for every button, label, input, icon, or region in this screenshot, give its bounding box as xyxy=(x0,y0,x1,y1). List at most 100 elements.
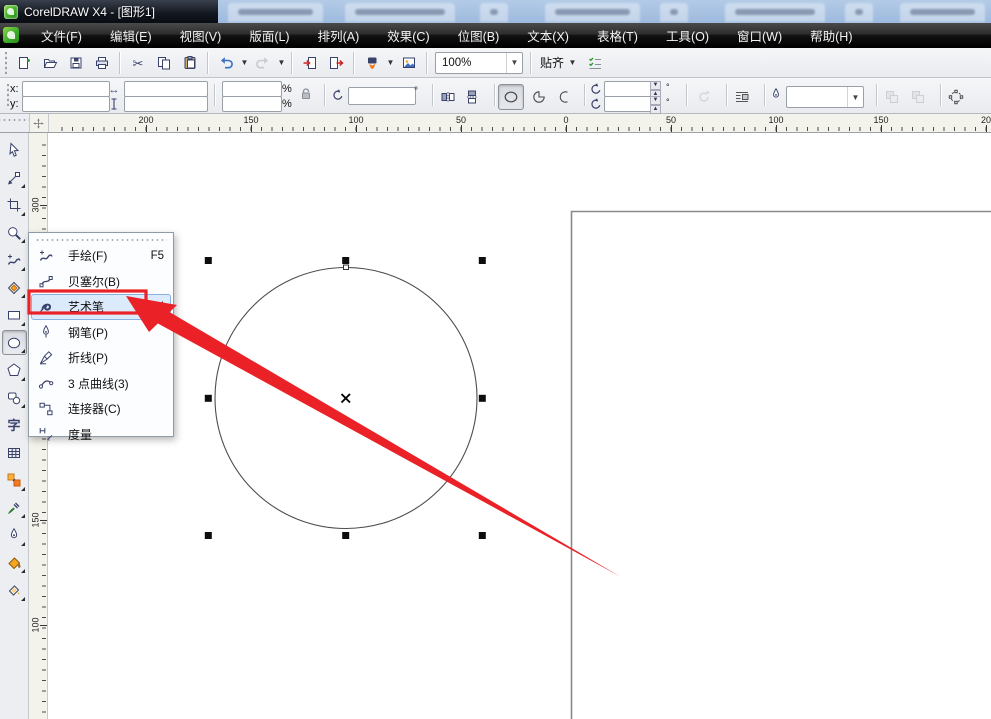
rectangle-tool[interactable] xyxy=(2,303,27,328)
export-button[interactable] xyxy=(323,50,349,76)
menu-item-12[interactable]: 帮助(H) xyxy=(796,23,866,48)
curve-tools-flyout-menu: 手绘(F) F5 贝塞尔(B) 艺术笔 I 钢笔(P) 折线(P) 3 点曲线(3) 连接器(C… xyxy=(28,232,174,442)
background-tab[interactable] xyxy=(545,3,640,22)
zoom-tool[interactable] xyxy=(2,220,27,245)
snap-to-button[interactable]: 贴齐 ▼ xyxy=(536,52,582,73)
import-button[interactable] xyxy=(297,50,323,76)
launcher-dropdown[interactable]: ▼ xyxy=(385,58,396,67)
outline-width-combo[interactable]: ▼ xyxy=(786,86,864,108)
redo-dropdown[interactable]: ▼ xyxy=(276,58,287,67)
background-tab[interactable] xyxy=(900,3,985,22)
cut-button[interactable]: ✂ xyxy=(125,50,151,76)
rectangle-tool-icon xyxy=(8,311,20,320)
menu-item-1[interactable]: 文件(F) xyxy=(27,23,96,48)
object-width-field[interactable] xyxy=(124,81,208,97)
arc-mode-button[interactable] xyxy=(552,85,576,109)
flyout-item-6[interactable]: 3 点曲线(3) xyxy=(31,371,171,397)
crop-tool[interactable] xyxy=(2,193,27,218)
outline-width-dropdown-icon[interactable]: ▼ xyxy=(847,87,863,107)
flyout-item-7[interactable]: 连接器(C) xyxy=(31,396,171,422)
save-document-button[interactable] xyxy=(63,50,89,76)
toolbar-grip[interactable] xyxy=(2,51,9,74)
open-document-button[interactable] xyxy=(37,50,63,76)
drawing-canvas[interactable] xyxy=(48,133,991,719)
menu-item-3[interactable]: 视图(V) xyxy=(166,23,236,48)
menu-item-7[interactable]: 位图(B) xyxy=(444,23,514,48)
view-options-button[interactable] xyxy=(582,50,608,76)
fill-tool[interactable] xyxy=(2,550,27,575)
zoom-level-combo[interactable]: 100% ▼ xyxy=(435,51,523,74)
menu-item-2[interactable]: 编辑(E) xyxy=(96,23,166,48)
start-angle-field[interactable] xyxy=(604,81,654,97)
new-document-button[interactable] xyxy=(11,50,37,76)
convert-to-curves-button[interactable] xyxy=(944,85,968,109)
menu-item-8[interactable]: 文本(X) xyxy=(513,23,583,48)
paste-button[interactable] xyxy=(177,50,203,76)
background-tab[interactable] xyxy=(228,3,323,22)
lock-ratio-icon[interactable] xyxy=(298,86,314,102)
end-angle-icon xyxy=(588,96,602,110)
redo-button[interactable] xyxy=(250,50,276,76)
pick-tool[interactable] xyxy=(2,138,27,163)
outline-tool[interactable] xyxy=(2,523,27,548)
background-tab[interactable] xyxy=(725,3,825,22)
menu-item-10[interactable]: 工具(O) xyxy=(652,23,723,48)
wrap-text-button[interactable] xyxy=(730,85,754,109)
background-tab[interactable] xyxy=(845,3,873,22)
mirror-horizontal-button[interactable] xyxy=(436,85,460,109)
flyout-item-8[interactable]: I 度量 xyxy=(31,422,171,448)
toolbar-separator xyxy=(426,51,428,74)
flyout-item-1[interactable]: 手绘(F) F5 xyxy=(31,243,171,269)
flyout-item-5[interactable]: 折线(P) xyxy=(31,345,171,371)
end-angle-field[interactable] xyxy=(604,96,654,112)
basic-shapes-tool[interactable] xyxy=(2,385,27,410)
application-launcher-button[interactable] xyxy=(359,50,385,76)
background-tab[interactable] xyxy=(480,3,508,22)
x-position-field[interactable] xyxy=(22,81,110,97)
toolbox-drag-handle[interactable] xyxy=(0,114,30,132)
shape-tool[interactable] xyxy=(2,165,27,190)
zoom-dropdown-icon[interactable]: ▼ xyxy=(506,52,522,73)
interactive-blend-tool[interactable] xyxy=(2,468,27,493)
flyout-item-4[interactable]: 钢笔(P) xyxy=(31,320,171,346)
ruler-origin-icon[interactable] xyxy=(29,114,49,132)
end-angle-spinner[interactable]: ▼ ▲ xyxy=(650,96,661,114)
undo-dropdown[interactable]: ▼ xyxy=(239,58,250,67)
interactive-fill-tool[interactable] xyxy=(2,578,27,603)
menu-item-6[interactable]: 效果(C) xyxy=(373,23,443,48)
print-button[interactable] xyxy=(89,50,115,76)
snap-dropdown-icon[interactable]: ▼ xyxy=(567,58,578,67)
y-position-field[interactable] xyxy=(22,96,110,112)
smart-fill-tool[interactable] xyxy=(2,275,27,300)
text-tool[interactable]: 字 xyxy=(2,413,27,438)
horizontal-ruler[interactable]: 200 150 100 50 0 50 100 150 20 xyxy=(48,114,991,132)
welcome-screen-button[interactable] xyxy=(396,50,422,76)
scale-vertical-field[interactable] xyxy=(222,96,282,112)
rotation-angle-field[interactable] xyxy=(348,87,416,105)
change-direction-button[interactable] xyxy=(692,85,716,109)
background-tab[interactable] xyxy=(660,3,688,22)
flyout-tear-off-handle[interactable] xyxy=(35,236,167,242)
freehand-tool[interactable] xyxy=(2,248,27,273)
undo-button[interactable] xyxy=(213,50,239,76)
eyedropper-tool[interactable] xyxy=(2,495,27,520)
pie-mode-button[interactable] xyxy=(527,85,551,109)
table-tool[interactable] xyxy=(2,440,27,465)
to-back-of-layer-button[interactable] xyxy=(880,85,904,109)
ellipse-tool[interactable] xyxy=(1,330,27,355)
flyout-item-2[interactable]: 贝塞尔(B) xyxy=(31,269,171,295)
background-tab[interactable] xyxy=(345,3,455,22)
menu-item-4[interactable]: 版面(L) xyxy=(235,23,303,48)
flyout-item-3[interactable]: 艺术笔 I xyxy=(31,294,171,320)
scale-horizontal-field[interactable] xyxy=(222,81,282,97)
menu-item-5[interactable]: 排列(A) xyxy=(304,23,374,48)
mirror-vertical-button[interactable] xyxy=(460,85,484,109)
copy-button[interactable] xyxy=(151,50,177,76)
zoom-level-value: 100% xyxy=(442,56,472,69)
menu-item-11[interactable]: 窗口(W) xyxy=(723,23,796,48)
polygon-tool[interactable] xyxy=(2,358,27,383)
menu-item-9[interactable]: 表格(T) xyxy=(583,23,652,48)
object-height-field[interactable] xyxy=(124,96,208,112)
to-front-of-layer-button[interactable] xyxy=(906,85,930,109)
ellipse-mode-button[interactable] xyxy=(498,84,524,110)
